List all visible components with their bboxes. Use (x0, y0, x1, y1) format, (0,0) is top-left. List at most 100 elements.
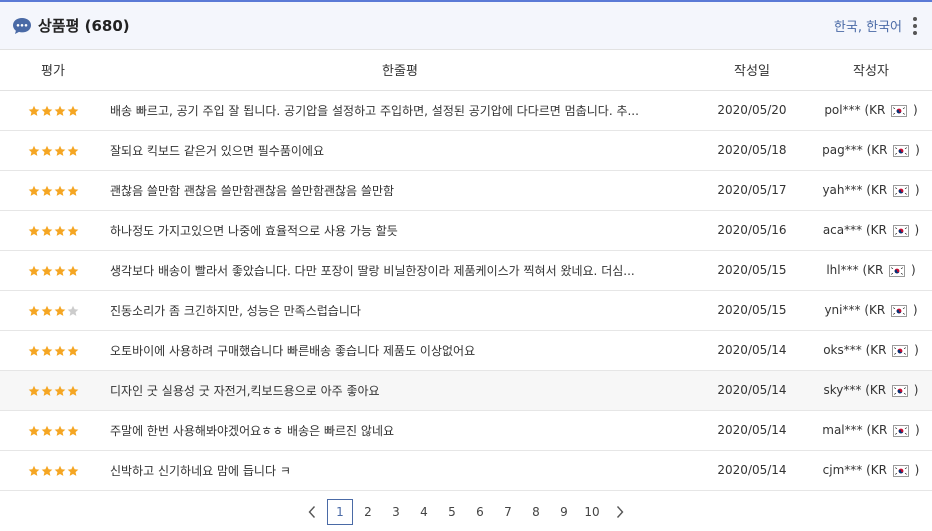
column-header-author: 작성자 (810, 50, 932, 91)
star-icon (67, 305, 79, 317)
page-button[interactable]: 8 (523, 499, 549, 525)
review-text[interactable]: 진동소리가 좀 크긴하지만, 성능은 만족스럽습니다 (106, 290, 694, 331)
star-icon (28, 465, 40, 477)
rating-stars (0, 370, 106, 411)
header-actions: 한국, 한국어 (834, 16, 920, 35)
review-author: pag*** (KR ) (810, 130, 932, 171)
review-text[interactable]: 하나정도 가지고있으면 나중에 효율적으로 사용 가능 할듯 (106, 210, 694, 251)
page-button[interactable]: 2 (355, 499, 381, 525)
author-country-close: ) (915, 423, 920, 437)
star-icon (41, 145, 53, 157)
author-country-code: (KR (864, 103, 886, 117)
table-row[interactable]: 디자인 굿 실용성 굿 자전거,킥보드용으로 아주 좋아요 2020/05/14 s… (0, 370, 932, 411)
korea-flag-icon (892, 344, 909, 357)
star-icon (67, 185, 79, 197)
review-text[interactable]: 신박하고 신기하네요 맘에 듭니다 ㅋ (106, 450, 694, 491)
review-author: cjm*** (KR ) (810, 450, 932, 491)
table-row[interactable]: 생각보다 배송이 빨라서 좋았습니다. 다만 포장이 딸랑 비닐한장이라 제품케… (0, 250, 932, 291)
star-icon (67, 425, 79, 437)
star-icon (28, 225, 40, 237)
review-date: 2020/05/15 (694, 290, 810, 331)
table-row[interactable]: 배송 빠르고, 공기 주입 잘 됩니다. 공기압을 설정하고 주입하면, 설정된… (0, 90, 932, 131)
star-icon (54, 105, 66, 117)
table-row[interactable]: 잘되요 킥보드 같은거 있으면 필수품이에요 2020/05/18 pag*** (… (0, 130, 932, 171)
locale-selector[interactable]: 한국, 한국어 (834, 16, 902, 35)
page-button[interactable]: 7 (495, 499, 521, 525)
korea-flag-icon (893, 144, 910, 157)
star-icon (67, 225, 79, 237)
review-text[interactable]: 배송 빠르고, 공기 주입 잘 됩니다. 공기압을 설정하고 주입하면, 설정된… (106, 90, 694, 131)
review-text[interactable]: 디자인 굿 실용성 굿 자전거,킥보드용으로 아주 좋아요 (106, 370, 694, 411)
table-row[interactable]: 진동소리가 좀 크긴하지만, 성능은 만족스럽습니다 2020/05/15 yni*… (0, 290, 932, 331)
table-row[interactable]: 오토바이에 사용하려 구매했습니다 빠른배송 좋습니다 제품도 이상없어요 202… (0, 330, 932, 371)
page-button[interactable]: 4 (411, 499, 437, 525)
author-name: aca*** (822, 223, 863, 237)
review-author: mal*** (KR ) (810, 410, 932, 451)
author-country-close: ) (914, 223, 920, 237)
star-icon (67, 265, 79, 277)
star-icon (67, 105, 79, 117)
star-icon (41, 345, 53, 357)
korea-flag-icon (893, 184, 910, 197)
chevron-left-icon[interactable] (299, 499, 325, 525)
star-icon (28, 345, 40, 357)
kebab-menu-icon[interactable] (910, 16, 920, 35)
rating-stars (0, 450, 106, 491)
page-button[interactable]: 6 (467, 499, 493, 525)
review-text[interactable]: 잘되요 킥보드 같은거 있으면 필수품이에요 (106, 130, 694, 171)
author-country-close: ) (914, 183, 920, 197)
star-icon (67, 465, 79, 477)
table-row[interactable]: 주말에 한번 사용해봐야겠어요ㅎㅎ 배송은 빠르진 않네요 2020/05/14 m… (0, 410, 932, 451)
author-name: pag*** (822, 143, 863, 157)
author-country-close: ) (914, 463, 920, 477)
star-icon (41, 225, 53, 237)
review-author: pol*** (KR ) (810, 90, 932, 131)
table-row[interactable]: 괜찮음 쓸만함 괜찮음 쓸만함괜찮음 쓸만함괜찮음 쓸만함 2020/05/17 y… (0, 170, 932, 211)
page-button[interactable]: 1 (327, 499, 353, 525)
reviews-table: 평가 한줄평 작성일 작성자 배송 빠르고, 공기 주입 잘 됩니다. 공기압을… (0, 50, 932, 491)
author-country-code: (KR (865, 343, 887, 357)
author-name: yah*** (822, 183, 863, 197)
star-icon (28, 105, 40, 117)
table-row[interactable]: 하나정도 가지고있으면 나중에 효율적으로 사용 가능 할듯 2020/05/16… (0, 210, 932, 251)
review-text[interactable]: 주말에 한번 사용해봐야겠어요ㅎㅎ 배송은 빠르진 않네요 (106, 410, 694, 451)
review-text[interactable]: 괜찮음 쓸만함 괜찮음 쓸만함괜찮음 쓸만함괜찮음 쓸만함 (106, 170, 694, 211)
review-text[interactable]: 오토바이에 사용하려 구매했습니다 빠른배송 좋습니다 제품도 이상없어요 (106, 330, 694, 371)
korea-flag-icon (893, 424, 910, 437)
reviews-panel: 상품평 (680) 한국, 한국어 평가 한줄평 작성일 작성자 배송 빠르고,… (0, 0, 932, 531)
rating-stars (0, 250, 106, 291)
review-text[interactable]: 생각보다 배송이 빨라서 좋았습니다. 다만 포장이 딸랑 비닐한장이라 제품케… (106, 250, 694, 291)
author-country-code: (KR (862, 263, 884, 277)
review-author: yni*** (KR ) (810, 290, 932, 331)
page-button[interactable]: 5 (439, 499, 465, 525)
star-icon (54, 305, 66, 317)
korea-flag-icon (891, 304, 908, 317)
chevron-right-icon[interactable] (607, 499, 633, 525)
page-button[interactable]: 9 (551, 499, 577, 525)
table-row[interactable]: 신박하고 신기하네요 맘에 듭니다 ㅋ 2020/05/14 cjm*** (KR … (0, 450, 932, 491)
author-country-close: ) (914, 343, 919, 357)
author-country-close: ) (913, 383, 919, 397)
page-button[interactable]: 10 (579, 499, 605, 525)
author-name: cjm*** (822, 463, 863, 477)
review-date: 2020/05/20 (694, 90, 810, 131)
review-date: 2020/05/14 (694, 330, 810, 371)
review-author: yah*** (KR ) (810, 170, 932, 211)
star-icon (54, 145, 66, 157)
star-icon (54, 385, 66, 397)
rating-stars (0, 170, 106, 211)
author-country-close: ) (915, 143, 920, 157)
page-button[interactable]: 3 (383, 499, 409, 525)
rating-stars (0, 130, 106, 171)
review-date: 2020/05/16 (694, 210, 810, 251)
review-author: sky*** (KR ) (810, 370, 932, 411)
star-icon (28, 305, 40, 317)
column-header-rating: 평가 (0, 50, 106, 91)
rating-stars (0, 410, 106, 451)
star-icon (54, 265, 66, 277)
review-date: 2020/05/18 (694, 130, 810, 171)
author-country-code: (KR (866, 463, 887, 477)
star-icon (41, 385, 53, 397)
korea-flag-icon (889, 264, 906, 277)
star-icon (41, 465, 53, 477)
